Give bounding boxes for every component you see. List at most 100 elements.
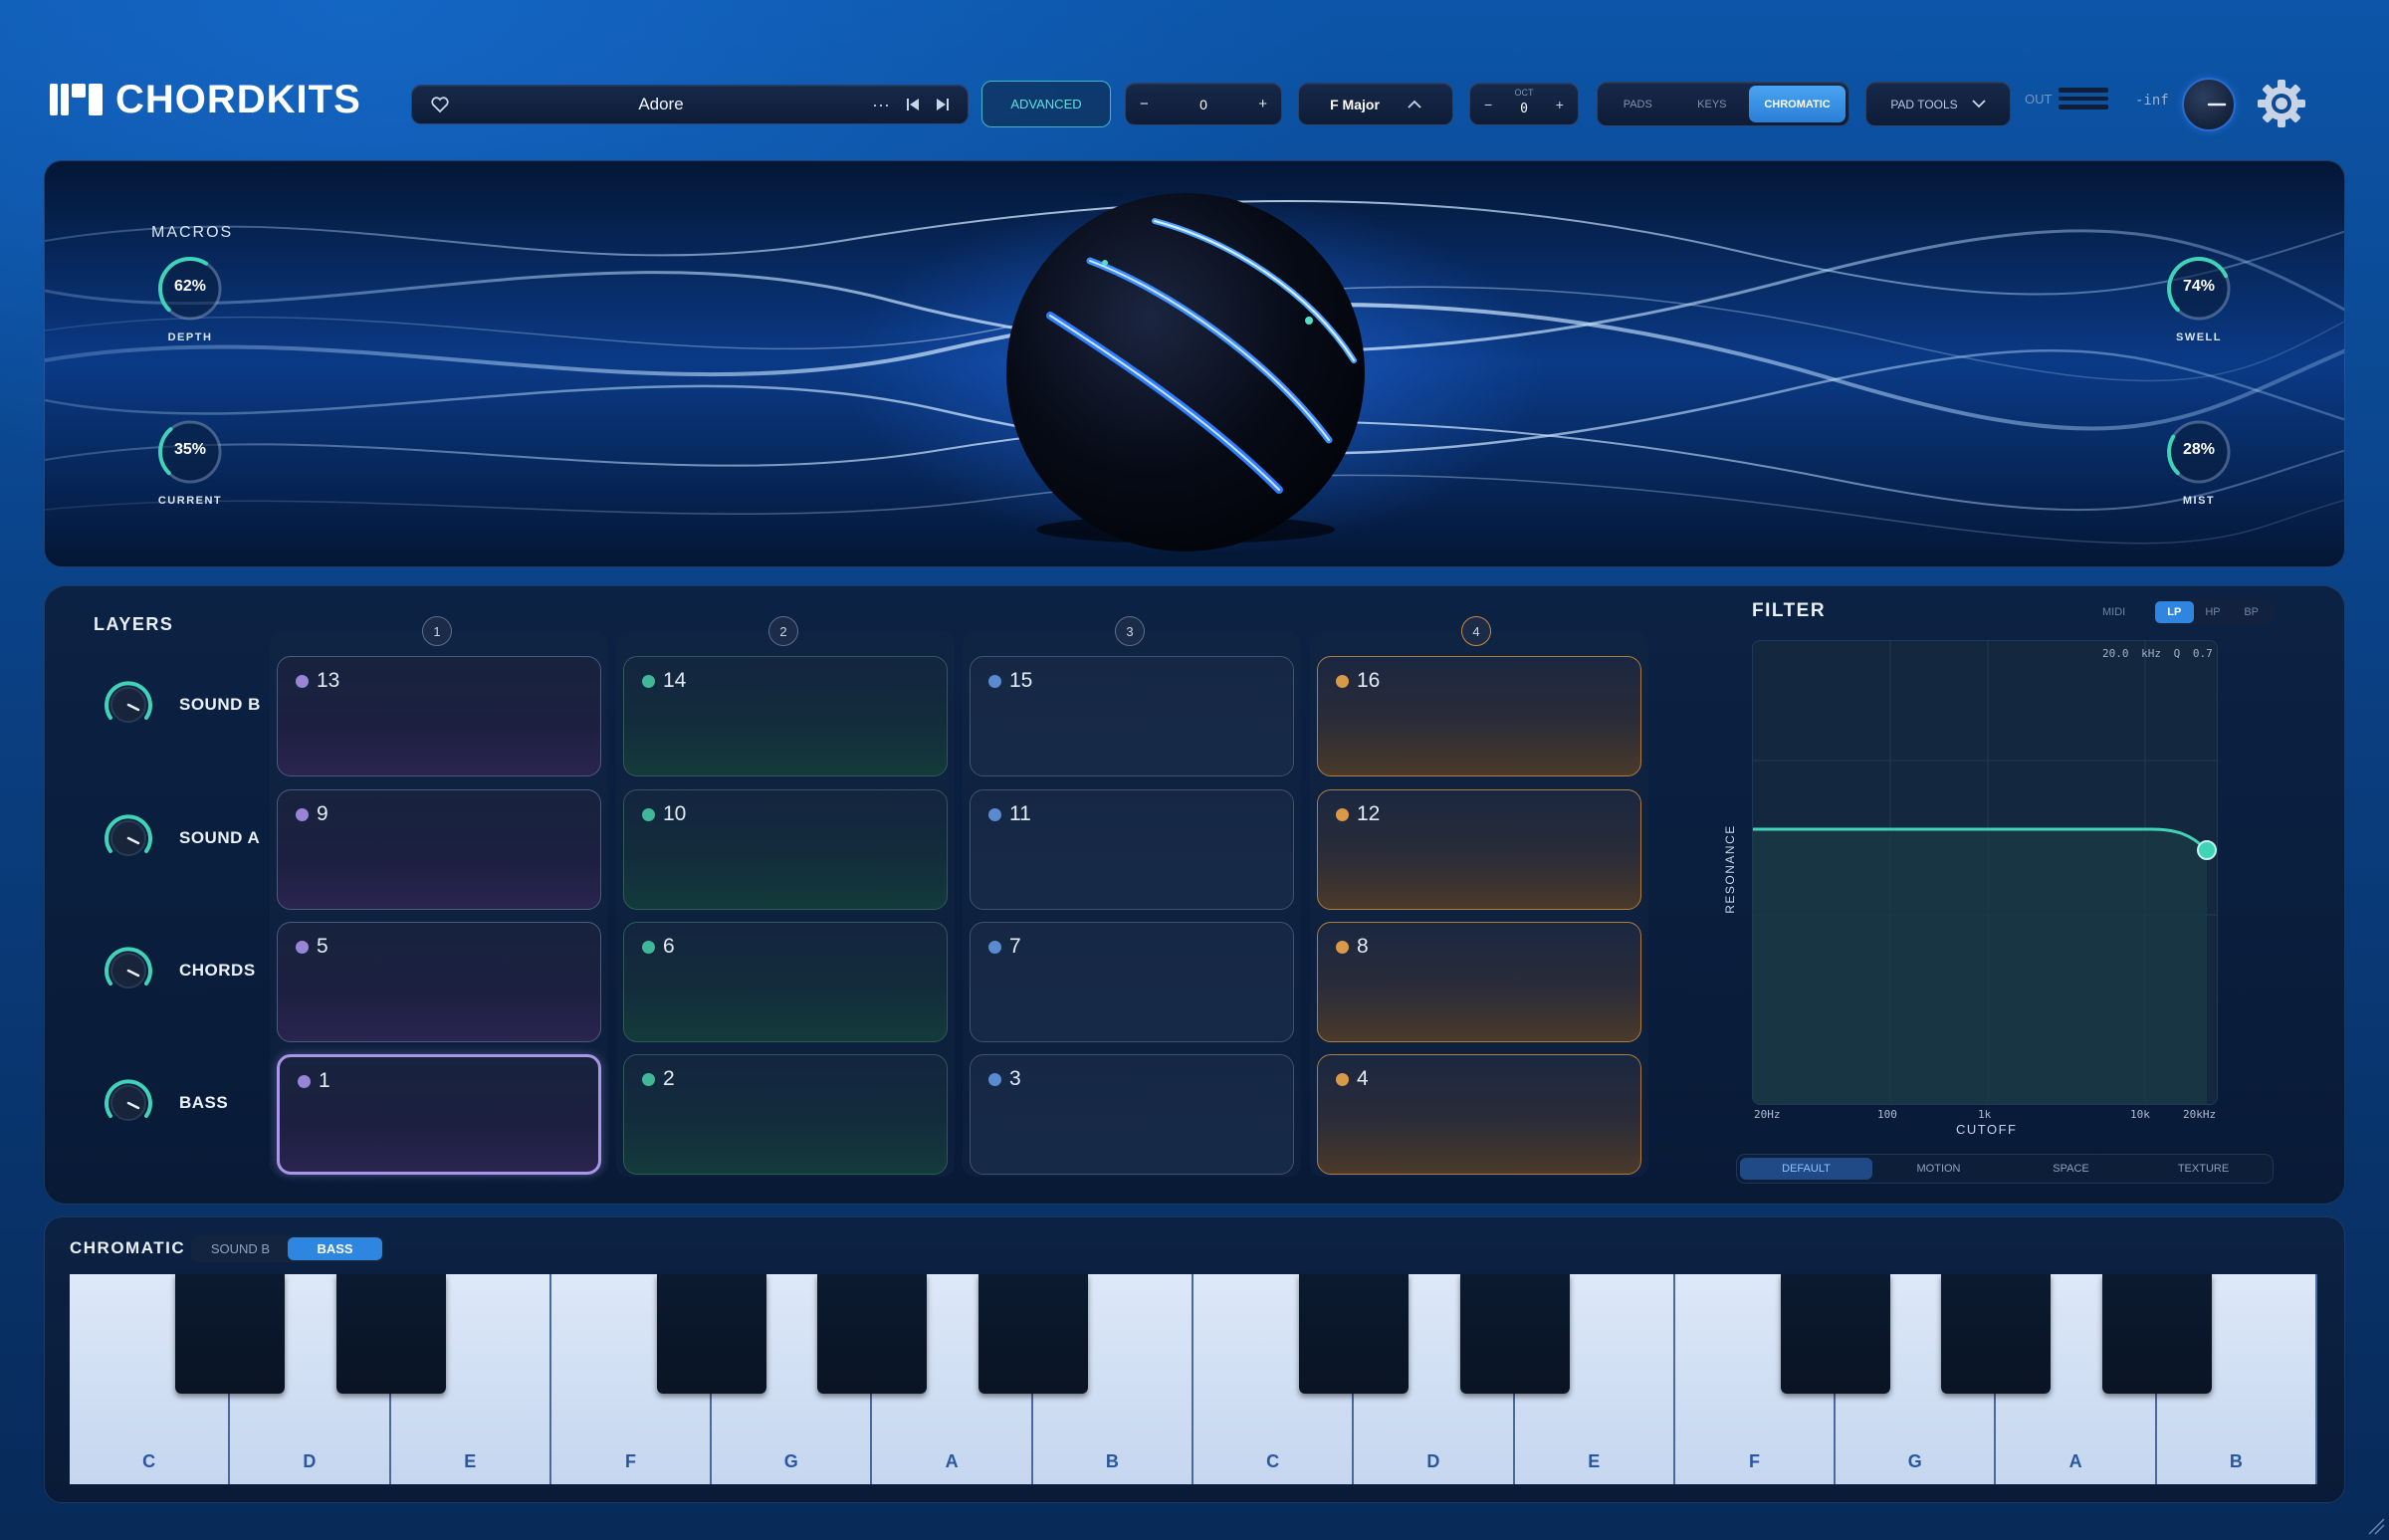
- pad-4[interactable]: 4: [1317, 1054, 1641, 1175]
- preset-name[interactable]: Adore: [450, 95, 872, 114]
- pad-15[interactable]: 15: [970, 656, 1294, 776]
- previous-preset-icon[interactable]: [906, 98, 920, 111]
- column-number-1[interactable]: 1: [422, 616, 452, 646]
- column-number-2[interactable]: 2: [768, 616, 798, 646]
- filter-type-hp[interactable]: HP: [2194, 601, 2233, 623]
- cutoff-tick-100: 100: [1877, 1108, 1897, 1121]
- pad-tools-dropdown[interactable]: PAD TOOLS: [1865, 82, 2011, 126]
- mode-keys-tab[interactable]: KEYS: [1675, 86, 1750, 122]
- transpose-plus-button[interactable]: +: [1258, 96, 1267, 112]
- black-key[interactable]: [977, 1274, 1088, 1394]
- black-key[interactable]: [175, 1274, 286, 1394]
- heart-icon[interactable]: [430, 96, 450, 113]
- pad-indicator-dot: [1336, 1073, 1349, 1086]
- filter-cutoff-handle[interactable]: [2197, 840, 2217, 860]
- octave-plus-button[interactable]: +: [1556, 97, 1564, 112]
- settings-gear-icon[interactable]: [2252, 74, 2311, 133]
- column-number-3[interactable]: 3: [1115, 616, 1145, 646]
- layer-chords-knob[interactable]: [102, 944, 155, 997]
- macro-depth-value: 62%: [173, 278, 207, 295]
- resonance-axis-label: RESONANCE: [1723, 824, 1737, 914]
- advanced-button[interactable]: ADVANCED: [981, 81, 1111, 127]
- pad-indicator-dot: [296, 941, 309, 954]
- key-value: F Major: [1330, 96, 1380, 112]
- octave-stepper[interactable]: OCT − 0 +: [1469, 83, 1579, 125]
- filter-tab-texture[interactable]: TEXTURE: [2137, 1158, 2270, 1180]
- key-select[interactable]: F Major: [1298, 83, 1453, 125]
- layer-bass-knob[interactable]: [102, 1076, 155, 1130]
- pad-14[interactable]: 14: [623, 656, 948, 776]
- output-level-readout: -inf: [2135, 93, 2169, 109]
- black-key[interactable]: [1459, 1274, 1570, 1394]
- transpose-stepper[interactable]: − 0 +: [1125, 83, 1282, 125]
- macro-swell[interactable]: 74% SWELL: [2154, 254, 2244, 343]
- more-options-icon[interactable]: ···: [872, 95, 890, 115]
- cutoff-tick-1k: 1k: [1978, 1108, 1992, 1121]
- layer-row-sound-a[interactable]: SOUND A: [102, 811, 281, 865]
- pad-9[interactable]: 9: [277, 789, 601, 910]
- layer-sound-a-knob[interactable]: [102, 811, 155, 865]
- filter-response-graph[interactable]: [1752, 640, 2218, 1105]
- chromatic-layer-tabs[interactable]: SOUND B BASS: [191, 1235, 384, 1262]
- pad-12[interactable]: 12: [1317, 789, 1641, 910]
- filter-type-bp[interactable]: BP: [2232, 601, 2271, 623]
- pad-1[interactable]: 1: [277, 1054, 601, 1175]
- next-preset-icon[interactable]: [936, 98, 950, 111]
- black-key[interactable]: [1299, 1274, 1410, 1394]
- resize-handle-icon[interactable]: [2365, 1515, 2385, 1535]
- layer-sound-b-knob[interactable]: [102, 678, 155, 732]
- chromatic-tab-bass[interactable]: BASS: [288, 1237, 382, 1260]
- filter-tab-default[interactable]: DEFAULT: [1740, 1158, 1872, 1180]
- preset-browser[interactable]: Adore ···: [411, 85, 969, 124]
- chromatic-title: CHROMATIC: [70, 1238, 186, 1257]
- filter-type-lp[interactable]: LP: [2155, 601, 2194, 623]
- pad-10[interactable]: 10: [623, 789, 948, 910]
- pad-number: 11: [1009, 802, 1031, 825]
- pad-indicator-dot: [988, 1073, 1001, 1086]
- filter-midi-toggle[interactable]: MIDI: [2102, 606, 2125, 618]
- filter-tab-motion[interactable]: MOTION: [1872, 1158, 2005, 1180]
- black-key[interactable]: [335, 1274, 446, 1394]
- filter-preset-tabs[interactable]: DEFAULT MOTION SPACE TEXTURE: [1736, 1154, 2274, 1184]
- pad-8[interactable]: 8: [1317, 922, 1641, 1042]
- macro-depth[interactable]: 62% DEPTH: [145, 254, 235, 343]
- pad-13[interactable]: 13: [277, 656, 601, 776]
- chromatic-tab-sound-b[interactable]: SOUND B: [193, 1237, 288, 1260]
- macro-current[interactable]: 35% CURRENT: [145, 417, 235, 507]
- pad-indicator-dot: [988, 675, 1001, 688]
- pad-indicator-dot: [642, 941, 655, 954]
- mode-pads-tab[interactable]: PADS: [1601, 86, 1675, 122]
- column-number-4[interactable]: 4: [1461, 616, 1491, 646]
- black-key[interactable]: [2101, 1274, 2212, 1394]
- mode-chromatic-tab[interactable]: CHROMATIC: [1749, 86, 1846, 122]
- pad-5[interactable]: 5: [277, 922, 601, 1042]
- output-volume-knob[interactable]: [2182, 78, 2236, 131]
- pad-6[interactable]: 6: [623, 922, 948, 1042]
- layer-row-bass[interactable]: BASS: [102, 1076, 281, 1130]
- mode-selector[interactable]: PADS KEYS CHROMATIC: [1597, 82, 1849, 126]
- pad-16[interactable]: 16: [1317, 656, 1641, 776]
- filter-tab-space[interactable]: SPACE: [2005, 1158, 2137, 1180]
- black-key[interactable]: [1941, 1274, 2052, 1394]
- filter-freq-readout: 20.0 kHz: [2102, 647, 2161, 660]
- layer-row-chords[interactable]: CHORDS: [102, 944, 281, 997]
- pad-number: 14: [663, 669, 687, 692]
- macro-swell-label: SWELL: [2176, 331, 2222, 343]
- piano-keyboard[interactable]: CDEFGABCDEFGAB: [70, 1274, 2317, 1484]
- pad-7[interactable]: 7: [970, 922, 1294, 1042]
- transpose-minus-button[interactable]: −: [1140, 96, 1149, 112]
- pad-3[interactable]: 3: [970, 1054, 1294, 1175]
- filter-title: FILTER: [1752, 600, 1827, 621]
- pad-11[interactable]: 11: [970, 789, 1294, 910]
- black-key[interactable]: [817, 1274, 928, 1394]
- octave-minus-button[interactable]: −: [1484, 97, 1492, 112]
- black-key[interactable]: [657, 1274, 767, 1394]
- pad-tools-label: PAD TOOLS: [1890, 97, 1958, 111]
- macro-mist[interactable]: 28% MIST: [2154, 417, 2244, 507]
- layer-row-sound-b[interactable]: SOUND B: [102, 678, 281, 732]
- pad-2[interactable]: 2: [623, 1054, 948, 1175]
- pad-indicator-dot: [1336, 808, 1349, 821]
- cutoff-tick-10k: 10k: [2130, 1108, 2150, 1121]
- filter-type-selector[interactable]: LP HP BP: [2153, 599, 2273, 625]
- black-key[interactable]: [1781, 1274, 1891, 1394]
